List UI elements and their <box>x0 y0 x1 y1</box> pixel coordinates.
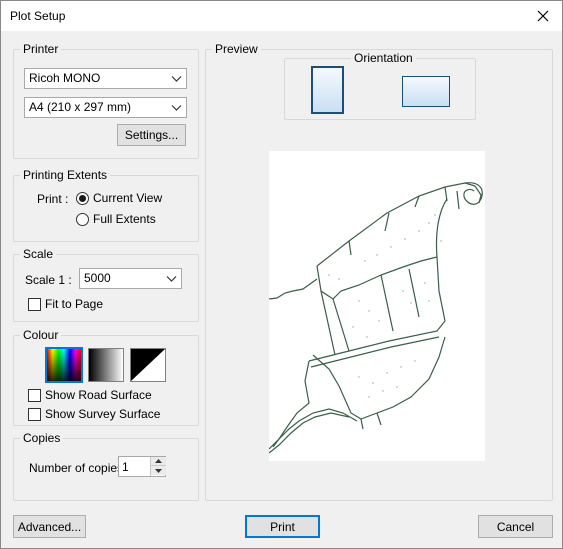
fit-to-page-checkbox[interactable]: Fit to Page <box>28 297 103 311</box>
window-title: Plot Setup <box>10 9 66 23</box>
copies-group-title: Copies <box>20 431 64 445</box>
chevron-down-icon <box>171 76 182 82</box>
greyscale-swatch[interactable] <box>88 348 124 382</box>
full-extents-radio[interactable]: Full Extents <box>76 212 156 226</box>
print-preview-paper <box>268 151 485 461</box>
landscape-orientation-button[interactable] <box>402 76 450 107</box>
printer-select[interactable]: Ricoh MONO <box>24 68 187 89</box>
full-colour-icon <box>47 349 81 381</box>
spin-up-icon <box>155 459 162 463</box>
number-of-copies-label: Number of copies <box>29 461 124 475</box>
cancel-button[interactable]: Cancel <box>478 515 553 538</box>
chevron-down-icon <box>166 276 177 282</box>
black-white-icon <box>131 349 165 381</box>
chevron-down-icon <box>171 105 182 111</box>
printing-extents-group-title: Printing Extents <box>20 168 111 182</box>
close-icon <box>537 10 549 22</box>
show-road-surface-label: Show Road Surface <box>45 388 152 402</box>
scale-group-title: Scale <box>20 247 57 261</box>
paper-size-select-value: A4 (210 x 297 mm) <box>29 100 132 114</box>
spin-down-icon <box>155 468 162 473</box>
checkbox-box <box>28 297 41 311</box>
checkbox-box <box>28 407 41 421</box>
orientation-group-title: Orientation <box>351 51 416 65</box>
radio-dot <box>79 194 86 202</box>
current-view-radio[interactable]: Current View <box>76 191 162 205</box>
show-survey-surface-checkbox[interactable]: Show Survey Surface <box>28 407 160 421</box>
portrait-orientation-button[interactable] <box>311 66 344 114</box>
show-survey-surface-label: Show Survey Surface <box>45 407 161 421</box>
scale-label: Scale 1 : <box>25 273 72 287</box>
radio-circle <box>76 191 89 205</box>
black-and-white-swatch[interactable] <box>130 348 166 382</box>
site-plan-preview <box>268 182 483 454</box>
copies-spin-buttons <box>150 457 166 476</box>
print-label: Print : <box>37 192 69 206</box>
title-bar: Plot Setup <box>1 1 562 31</box>
scale-select[interactable]: 5000 <box>79 268 182 289</box>
close-button[interactable] <box>530 4 556 28</box>
full-extents-label: Full Extents <box>93 212 156 226</box>
preview-group-title: Preview <box>212 42 261 56</box>
full-colour-swatch[interactable] <box>45 347 83 383</box>
advanced-button[interactable]: Advanced... <box>13 515 86 538</box>
scale-select-value: 5000 <box>84 271 111 285</box>
spin-up-button[interactable] <box>151 457 166 466</box>
settings-button[interactable]: Settings... <box>117 124 186 146</box>
print-button[interactable]: Print <box>245 515 320 538</box>
paper-size-select[interactable]: A4 (210 x 297 mm) <box>24 97 187 118</box>
show-road-surface-checkbox[interactable]: Show Road Surface <box>28 388 152 402</box>
copies-stepper[interactable]: 1 <box>118 456 166 477</box>
plot-setup-dialog: Plot Setup Printer Ricoh MONO A4 (210 x … <box>0 0 563 549</box>
printer-group-title: Printer <box>20 42 62 56</box>
radio-circle <box>76 212 89 226</box>
fit-to-page-label: Fit to Page <box>45 297 104 311</box>
printing-extents-group: Printing Extents <box>13 168 199 242</box>
checkbox-box <box>28 388 41 402</box>
copies-value: 1 <box>122 460 129 474</box>
spin-down-button[interactable] <box>151 466 166 475</box>
current-view-label: Current View <box>93 191 163 205</box>
colour-group-title: Colour <box>20 328 62 342</box>
printer-select-value: Ricoh MONO <box>29 71 101 85</box>
